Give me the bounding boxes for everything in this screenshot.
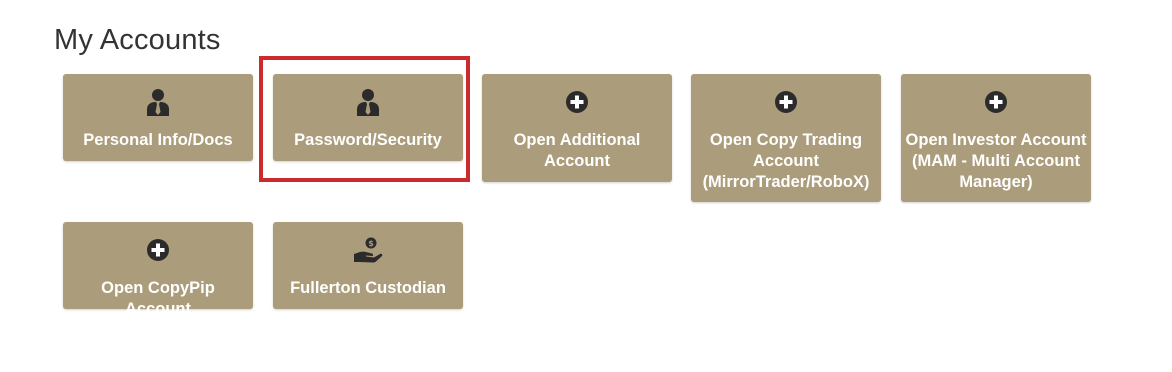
page-title: My Accounts	[54, 24, 221, 56]
my-accounts-page: My Accounts Personal Info/Docs Password/…	[0, 0, 1172, 372]
tile-label: Open Investor Account (MAM - Multi Accou…	[905, 131, 1087, 191]
tile-label: Open CopyPip Account	[101, 279, 215, 318]
open-investor-account-tile[interactable]: Open Investor Account (MAM - Multi Accou…	[901, 74, 1091, 202]
plus-circle-icon	[901, 88, 1091, 116]
plus-circle-icon	[482, 88, 672, 116]
open-additional-account-tile[interactable]: Open Additional Account	[482, 74, 672, 182]
user-tie-icon	[63, 88, 253, 116]
password-security-tile[interactable]: Password/Security	[273, 74, 463, 161]
user-tie-icon	[273, 88, 463, 116]
tile-label: Password/Security	[294, 131, 442, 149]
personal-info-docs-tile[interactable]: Personal Info/Docs	[63, 74, 253, 161]
tile-label: Open Additional Account	[513, 131, 641, 170]
tile-label: Open Copy Trading Account (MirrorTrader/…	[702, 131, 870, 191]
hand-coin-icon: $	[273, 236, 463, 264]
open-copypip-account-tile[interactable]: Open CopyPip Account	[63, 222, 253, 318]
plus-circle-icon	[63, 236, 253, 264]
fullerton-custodian-tile[interactable]: $ Fullerton Custodian	[273, 222, 463, 309]
svg-text:$: $	[368, 239, 374, 248]
tile-label: Personal Info/Docs	[83, 131, 233, 149]
tile-label: Fullerton Custodian	[290, 279, 446, 297]
open-copy-trading-account-tile[interactable]: Open Copy Trading Account (MirrorTrader/…	[691, 74, 881, 202]
plus-circle-icon	[691, 88, 881, 116]
